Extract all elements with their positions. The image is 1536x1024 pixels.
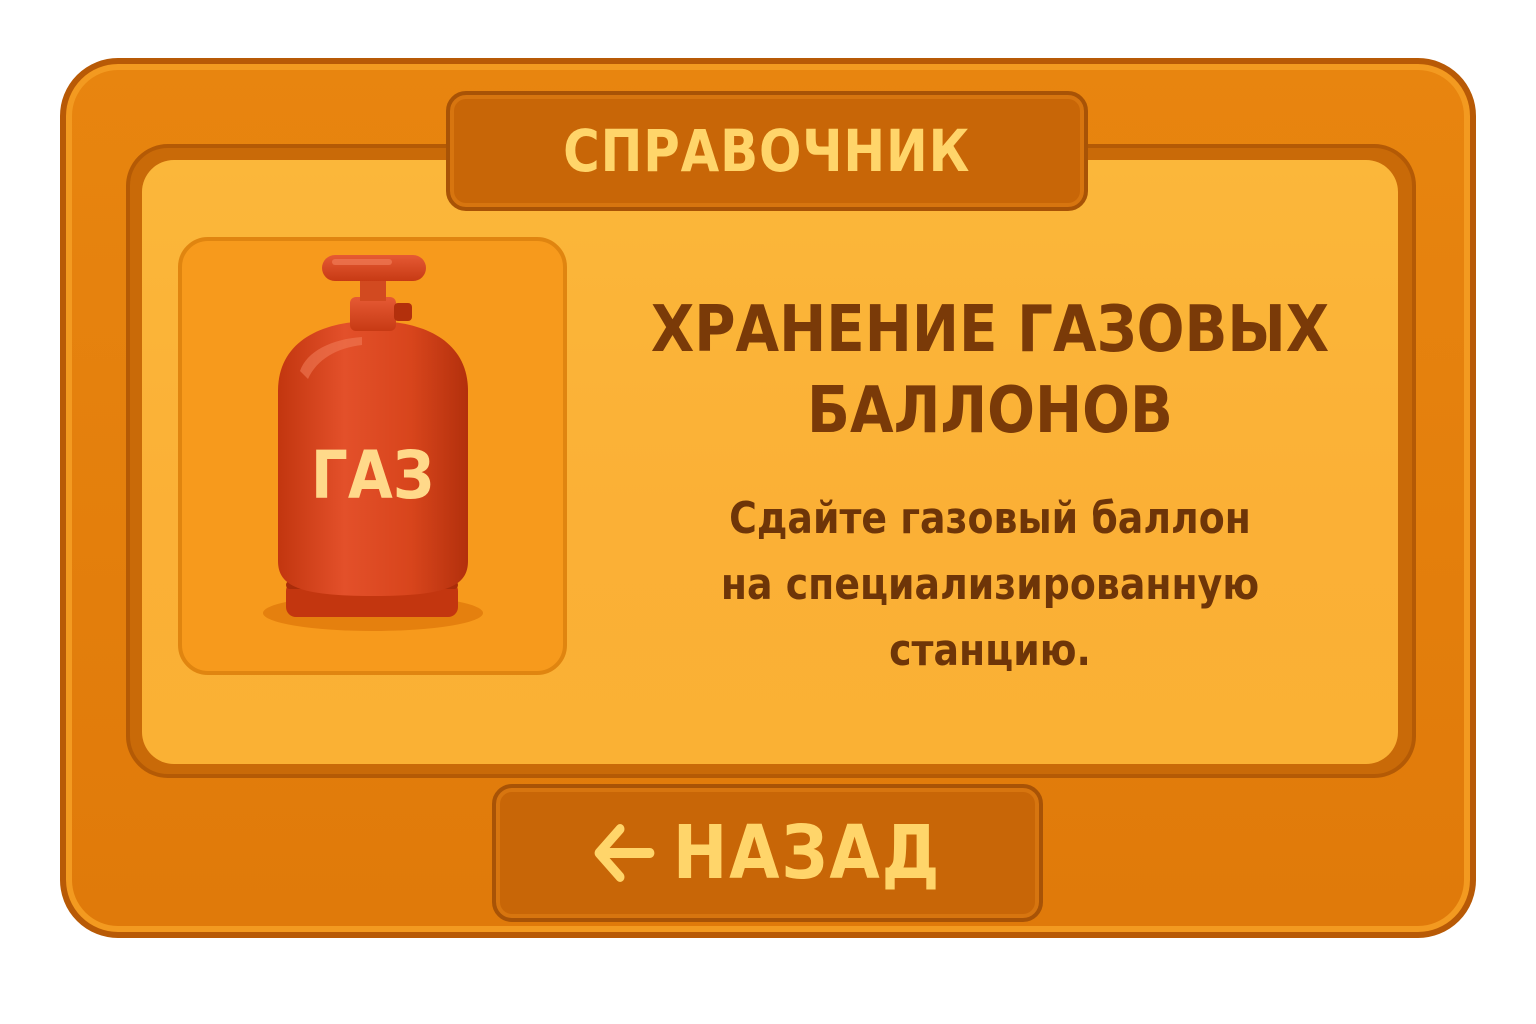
item-title-line: БАЛЛОНОВ [807,373,1173,448]
back-button-label: НАЗАД [672,810,942,896]
item-description-line: станцию. [889,625,1091,676]
item-description-line: на специализированную [720,559,1260,610]
item-description: Сдайте газовый баллон на специализирован… [689,486,1291,684]
header-plate: СПРАВОЧНИК [446,91,1088,211]
item-description-line: Сдайте газовый баллон [729,493,1251,544]
item-icon-tile: ГАЗ [178,237,567,675]
back-button[interactable]: НАЗАД [492,784,1043,922]
arrow-left-icon [594,824,655,882]
header-title: СПРАВОЧНИК [563,117,971,185]
item-title-line: ХРАНЕНИЕ ГАЗОВЫХ [650,293,1330,367]
item-title: ХРАНЕНИЕ ГАЗОВЫХ БАЛЛОНОВ [647,290,1333,451]
gas-label: ГАЗ [310,437,435,514]
